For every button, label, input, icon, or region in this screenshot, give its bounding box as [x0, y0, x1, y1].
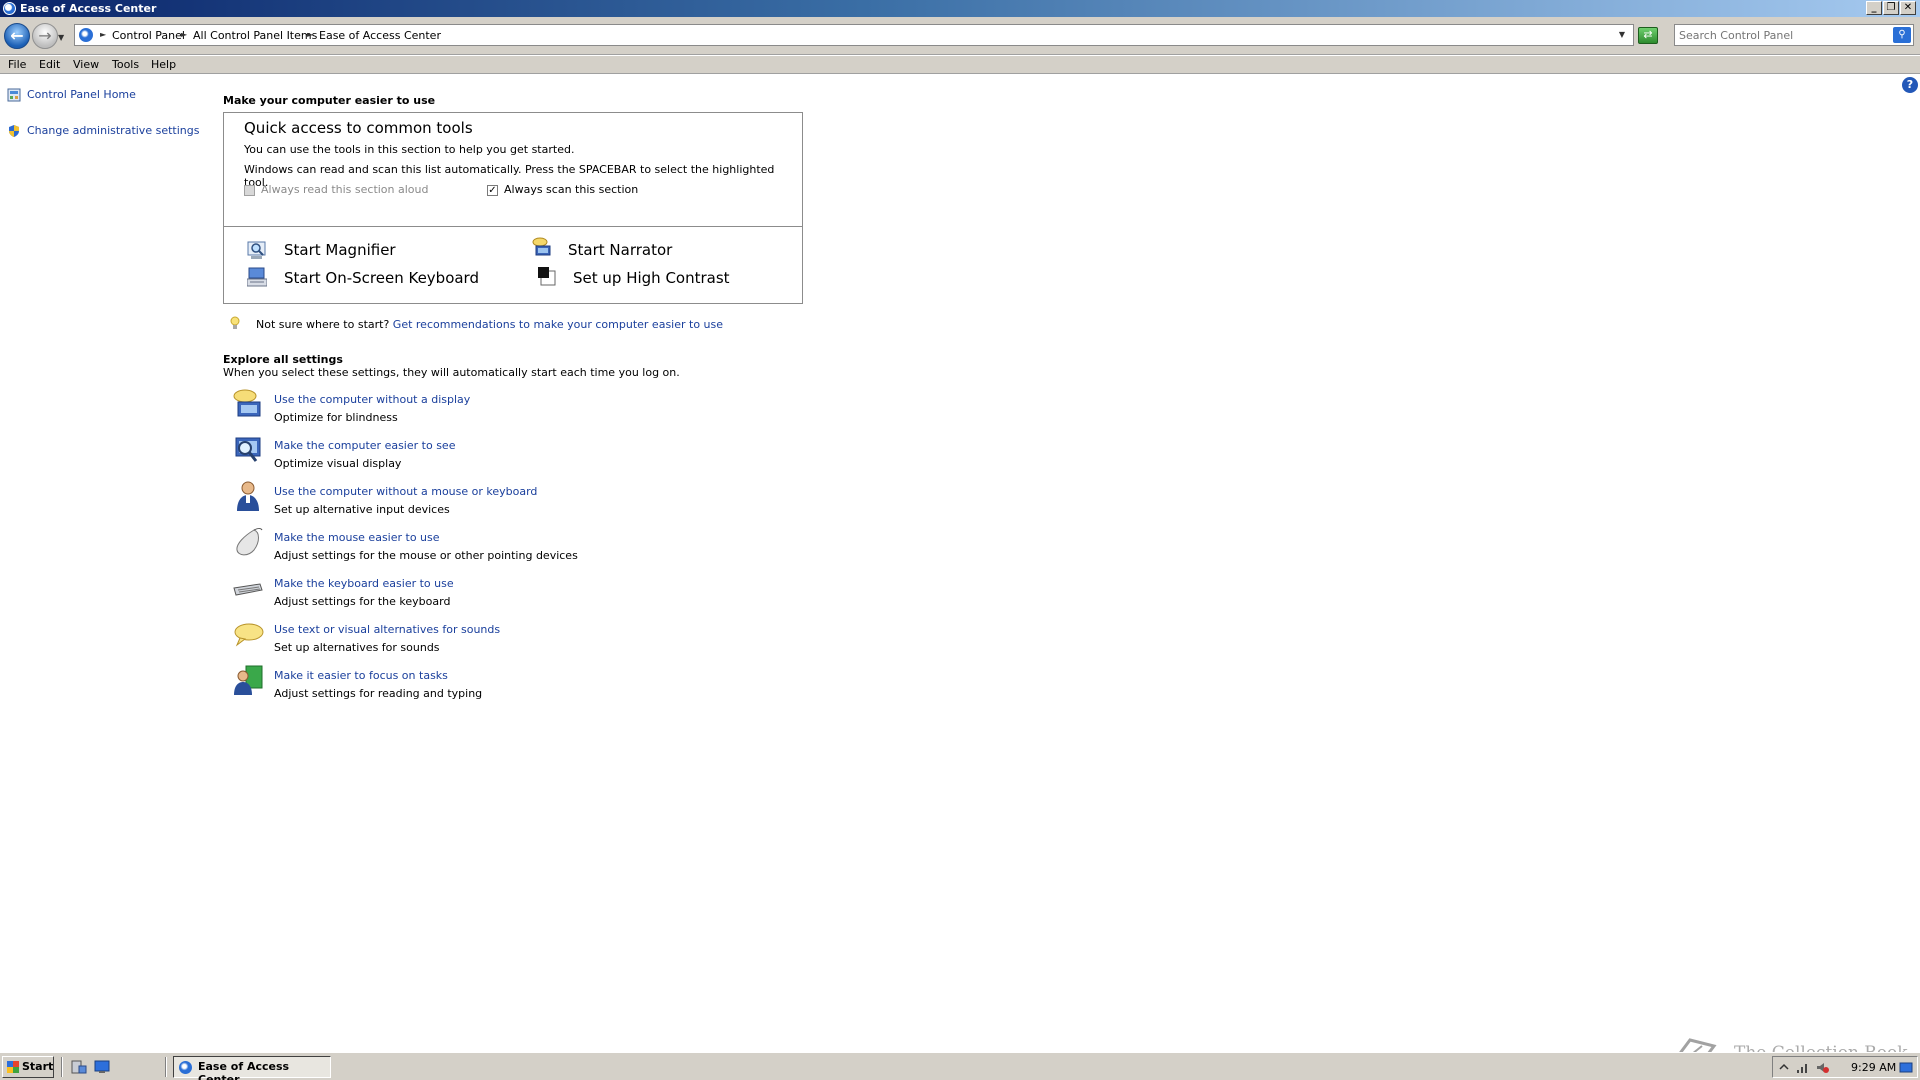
recommendation-tip: Not sure where to start? Get recommendat… — [256, 318, 723, 331]
breadcrumb-ease-of-access[interactable]: Ease of Access Center — [319, 29, 441, 42]
title-bar: Ease of Access Center _ ❐ ✕ — [0, 0, 1920, 17]
setting-link-without-display[interactable]: Use the computer without a display — [274, 393, 470, 406]
menu-view[interactable]: View — [73, 58, 99, 71]
lightbulb-icon — [230, 316, 240, 329]
taskbar: Start Ease of Access Center 9:29 AM — [0, 1052, 1920, 1080]
content-pane: ? Control Panel Home Change administrati… — [0, 75, 1920, 1050]
action-center-icon[interactable] — [1899, 1061, 1913, 1074]
person-icon — [237, 481, 259, 511]
focus-user-icon — [234, 665, 263, 695]
breadcrumb-chevron-icon[interactable]: ► — [181, 30, 187, 39]
read-aloud-label: Always read this section aloud — [261, 183, 429, 196]
read-aloud-checkbox[interactable] — [244, 185, 255, 196]
search-icon[interactable]: ⚲ — [1893, 27, 1911, 43]
setting-link-without-mouse-keyboard[interactable]: Use the computer without a mouse or keyb… — [274, 485, 537, 498]
admin-shield-icon — [9, 125, 19, 137]
high-contrast-icon — [538, 267, 556, 286]
network-icon[interactable] — [1796, 1061, 1810, 1074]
help-icon[interactable]: ? — [1902, 77, 1918, 93]
ease-of-access-icon — [3, 2, 16, 15]
keyboard-icon — [233, 583, 263, 596]
start-label: Start — [22, 1060, 54, 1073]
speech-monitor-icon — [233, 389, 261, 417]
menu-edit[interactable]: Edit — [39, 58, 60, 71]
start-button[interactable]: Start — [2, 1056, 54, 1078]
refresh-button[interactable]: ⇄ — [1638, 27, 1658, 44]
setting-desc-mouse: Adjust settings for the mouse or other p… — [274, 549, 578, 562]
forward-button[interactable]: → — [32, 23, 58, 49]
magnify-monitor-icon — [235, 437, 261, 462]
divider — [224, 226, 802, 227]
menu-help[interactable]: Help — [151, 58, 176, 71]
taskbar-ease-of-access-button[interactable]: Ease of Access Center — [173, 1056, 331, 1080]
back-button[interactable]: ← — [4, 23, 30, 49]
setting-link-mouse[interactable]: Make the mouse easier to use — [274, 531, 440, 544]
recent-pages-dropdown-icon[interactable]: ▼ — [58, 33, 64, 42]
breadcrumb-control-panel[interactable]: Control Panel — [112, 29, 185, 42]
tip-prefix: Not sure where to start? — [256, 318, 390, 331]
setting-desc-focus-tasks: Adjust settings for reading and typing — [274, 687, 483, 700]
address-field[interactable]: ► Control Panel ► All Control Panel Item… — [74, 24, 1634, 46]
volume-muted-icon[interactable] — [1816, 1061, 1830, 1074]
menu-tools[interactable]: Tools — [112, 58, 139, 71]
quick-launch-grip[interactable] — [61, 1057, 63, 1077]
search-input[interactable] — [1679, 27, 1879, 43]
setting-link-keyboard[interactable]: Make the keyboard easier to use — [274, 577, 454, 590]
back-arrow-icon: ← — [10, 26, 24, 45]
sidebar-link-control-panel-home[interactable]: Control Panel Home — [27, 88, 136, 101]
set-up-high-contrast-link[interactable]: Set up High Contrast — [573, 269, 730, 287]
ease-of-access-icon — [179, 1061, 192, 1074]
setting-desc-keyboard: Adjust settings for the keyboard — [274, 595, 451, 608]
system-tray: 9:29 AM — [1772, 1056, 1918, 1078]
mouse-icon — [236, 528, 263, 556]
quick-access-line1: You can use the tools in this section to… — [244, 143, 575, 156]
sidebar-link-admin-settings[interactable]: Change administrative settings — [27, 124, 199, 137]
setting-link-sound-alternatives[interactable]: Use text or visual alternatives for soun… — [274, 623, 500, 636]
quick-access-title: Quick access to common tools — [244, 119, 473, 137]
server-manager-icon[interactable] — [71, 1060, 87, 1074]
taskbar-task-label: Ease of Access Center — [198, 1060, 290, 1080]
menu-bar: File Edit View Tools Help — [0, 56, 1920, 74]
explore-settings-subtitle: When you select these settings, they wil… — [223, 366, 680, 379]
control-panel-location-icon — [79, 28, 93, 42]
search-box[interactable]: ⚲ — [1674, 24, 1914, 46]
setting-desc-without-mouse-keyboard: Set up alternative input devices — [274, 503, 450, 516]
on-screen-keyboard-icon — [247, 267, 267, 287]
restore-button[interactable]: ❐ — [1883, 1, 1899, 15]
page-title: Make your computer easier to use — [223, 94, 436, 107]
narrator-icon — [532, 237, 551, 256]
magnifier-icon — [247, 241, 266, 259]
breadcrumb-chevron-icon[interactable]: ► — [307, 30, 313, 39]
breadcrumb-chevron-icon[interactable]: ► — [100, 30, 106, 39]
setting-link-easier-to-see[interactable]: Make the computer easier to see — [274, 439, 455, 452]
control-panel-icon — [7, 88, 21, 102]
minimize-button[interactable]: _ — [1866, 1, 1882, 15]
address-dropdown-icon[interactable]: ▼ — [1619, 30, 1625, 39]
speech-bubble-icon — [234, 623, 264, 647]
windows-logo-icon — [7, 1061, 19, 1073]
scan-checkbox[interactable]: ✓ — [487, 185, 498, 196]
window-title: Ease of Access Center — [20, 2, 157, 15]
start-magnifier-link[interactable]: Start Magnifier — [284, 241, 396, 259]
breadcrumb-all-items[interactable]: All Control Panel Items — [193, 29, 317, 42]
address-toolbar: ← → ▼ ► Control Panel ► All Control Pane… — [0, 17, 1920, 55]
get-recommendations-link[interactable]: Get recommendations to make your compute… — [393, 318, 723, 331]
setting-link-focus-tasks[interactable]: Make it easier to focus on tasks — [274, 669, 448, 682]
show-desktop-icon[interactable] — [94, 1060, 110, 1074]
setting-desc-without-display: Optimize for blindness — [274, 411, 398, 424]
start-on-screen-keyboard-link[interactable]: Start On-Screen Keyboard — [284, 269, 479, 287]
quick-access-panel: Quick access to common tools You can use… — [223, 112, 803, 304]
start-narrator-link[interactable]: Start Narrator — [568, 241, 672, 259]
taskbar-separator — [165, 1057, 167, 1077]
menu-file[interactable]: File — [8, 58, 26, 71]
clock[interactable]: 9:29 AM — [1851, 1061, 1896, 1074]
setting-desc-sound-alternatives: Set up alternatives for sounds — [274, 641, 440, 654]
close-button[interactable]: ✕ — [1900, 1, 1916, 15]
show-hidden-icons-icon[interactable] — [1777, 1061, 1791, 1074]
refresh-icon: ⇄ — [1643, 28, 1653, 41]
explore-settings-title: Explore all settings — [223, 353, 343, 366]
setting-desc-easier-to-see: Optimize visual display — [274, 457, 402, 470]
scan-label: Always scan this section — [504, 183, 639, 196]
forward-arrow-icon: → — [38, 26, 52, 45]
